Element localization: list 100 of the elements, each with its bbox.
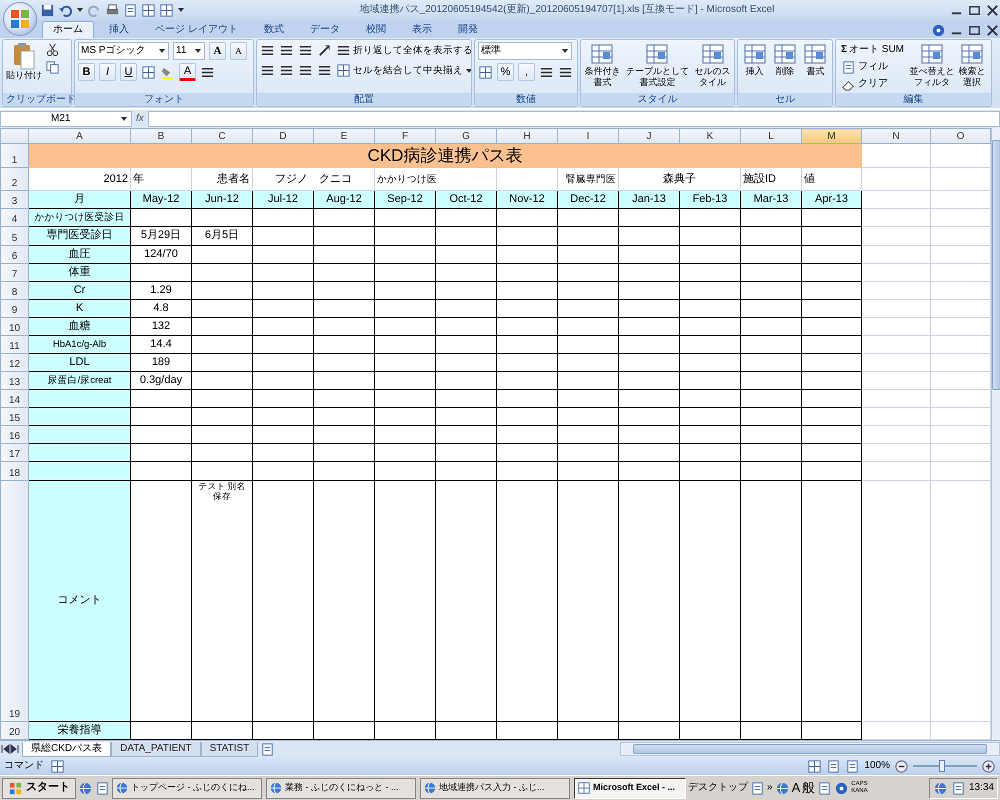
- column-header[interactable]: H: [496, 128, 558, 144]
- clipboard-icon[interactable]: [13, 42, 35, 70]
- sort-filter-button[interactable]: 並べ替えとフィルタ: [909, 42, 955, 88]
- caret-icon[interactable]: [561, 47, 569, 55]
- sheet-nav-icon[interactable]: [0, 741, 20, 757]
- caret-icon[interactable]: [465, 66, 471, 74]
- caret-icon[interactable]: [120, 115, 128, 123]
- table-icon[interactable]: [159, 2, 174, 18]
- close-icon[interactable]: [985, 23, 1000, 38]
- row-header[interactable]: 6: [0, 245, 28, 264]
- ime-kanji[interactable]: 般: [802, 780, 816, 796]
- zoom-in-icon[interactable]: [981, 758, 996, 774]
- undo-icon[interactable]: [58, 2, 73, 18]
- maximize-icon[interactable]: [967, 23, 982, 38]
- row-header[interactable]: 18: [0, 462, 28, 480]
- name-box[interactable]: M21: [0, 111, 132, 127]
- currency-icon[interactable]: [478, 64, 493, 80]
- column-header[interactable]: M: [802, 128, 862, 144]
- row-header[interactable]: 20: [0, 721, 28, 740]
- table-icon[interactable]: [645, 42, 670, 66]
- orientation-icon[interactable]: [317, 43, 332, 58]
- column-header[interactable]: I: [558, 128, 618, 144]
- ribbon-tab[interactable]: 挿入: [98, 21, 140, 38]
- row-header[interactable]: 16: [0, 426, 28, 444]
- merge-button[interactable]: セルを結合して中央揃え: [336, 62, 471, 79]
- insert-sheet-icon[interactable]: [260, 742, 276, 756]
- align-middle-icon[interactable]: [279, 43, 294, 58]
- printer-icon[interactable]: [105, 2, 120, 18]
- row-header[interactable]: 10: [0, 317, 28, 336]
- merge-icon[interactable]: [336, 63, 351, 78]
- ribbon-tab[interactable]: ページ レイアウト: [144, 21, 249, 38]
- grow-font-button[interactable]: A: [209, 42, 226, 60]
- app-icon[interactable]: [774, 780, 790, 796]
- number-format-field[interactable]: 標準: [478, 42, 572, 60]
- sheet-tab[interactable]: STATIST: [200, 742, 258, 756]
- column-header[interactable]: C: [192, 128, 252, 144]
- taskbar-button[interactable]: Microsoft Excel - ...: [574, 778, 686, 798]
- print-preview-icon[interactable]: [123, 2, 138, 18]
- row-header[interactable]: 9: [0, 299, 28, 318]
- row-header[interactable]: 7: [0, 263, 28, 282]
- caret-icon[interactable]: [158, 47, 166, 55]
- formula-field[interactable]: [148, 111, 1000, 127]
- row-header[interactable]: 17: [0, 444, 28, 462]
- ribbon-tab[interactable]: 表示: [400, 21, 443, 38]
- format-button[interactable]: 書式: [803, 42, 828, 77]
- bold-button[interactable]: B: [78, 63, 95, 81]
- shrink-font-button[interactable]: A: [230, 42, 247, 60]
- column-header[interactable]: D: [252, 128, 314, 144]
- paste-button[interactable]: 貼り付け: [6, 42, 42, 81]
- align-center-icon[interactable]: [279, 63, 294, 78]
- table-icon[interactable]: [700, 42, 725, 66]
- clear-button[interactable]: クリア: [839, 76, 906, 93]
- help-icon[interactable]: [931, 23, 946, 38]
- column-header[interactable]: K: [680, 128, 740, 144]
- normal-view-icon[interactable]: [807, 758, 822, 774]
- app-icon[interactable]: [95, 780, 110, 796]
- start-button[interactable]: スタート: [2, 778, 76, 798]
- row-header[interactable]: 19: [0, 480, 28, 722]
- page-break-icon[interactable]: [845, 758, 860, 774]
- browser-icon[interactable]: [78, 780, 93, 796]
- close-icon[interactable]: [985, 2, 1000, 18]
- column-header[interactable]: J: [618, 128, 680, 144]
- fill-button[interactable]: フィル: [839, 59, 906, 76]
- row-header[interactable]: 1: [0, 144, 28, 168]
- table-icon[interactable]: [742, 42, 767, 66]
- help-icon[interactable]: [834, 780, 850, 796]
- column-header[interactable]: L: [740, 128, 802, 144]
- underline-button[interactable]: U: [120, 63, 137, 81]
- column-header[interactable]: F: [374, 128, 436, 144]
- sheet-tab[interactable]: DATA_PATIENT: [111, 742, 201, 756]
- font-name-field[interactable]: MS Pゴシック: [78, 42, 169, 60]
- flag-icon[interactable]: [8, 780, 23, 796]
- table-icon[interactable]: [141, 2, 156, 18]
- ribbon-tab[interactable]: 数式: [252, 21, 295, 38]
- ribbon-tab[interactable]: データ: [298, 21, 351, 38]
- row-header[interactable]: 4: [0, 208, 28, 227]
- borders-icon[interactable]: [141, 64, 156, 80]
- table-icon[interactable]: [590, 42, 614, 66]
- desktop-label[interactable]: デスクトップ: [688, 782, 748, 794]
- table-icon[interactable]: [803, 42, 828, 66]
- align-bottom-icon[interactable]: [298, 43, 313, 58]
- copy-icon[interactable]: [45, 60, 60, 75]
- align-right-icon[interactable]: [298, 63, 313, 78]
- wrap-icon[interactable]: [336, 43, 351, 58]
- align-top-icon[interactable]: [260, 43, 275, 58]
- cut-icon[interactable]: [45, 42, 60, 57]
- conditional-format-button[interactable]: 条件付き書式: [584, 42, 621, 88]
- taskbar-button[interactable]: 地域連携パス入力 - ふじ...: [420, 778, 570, 798]
- horizontal-scrollbar[interactable]: [620, 742, 1000, 756]
- font-size-field[interactable]: 11: [173, 42, 205, 60]
- taskbar-button[interactable]: 業務 - ふじのくにねっと - ...: [266, 778, 416, 798]
- ribbon-tab[interactable]: 開発: [446, 21, 489, 38]
- autosum-button[interactable]: Σ オート SUM: [839, 42, 906, 59]
- function-button[interactable]: fx: [136, 112, 144, 126]
- align-left-icon[interactable]: [260, 63, 275, 78]
- save-icon[interactable]: [40, 2, 55, 18]
- macro-icon[interactable]: [50, 758, 65, 774]
- format-table-button[interactable]: テーブルとして書式設定: [626, 42, 690, 88]
- row-header[interactable]: 8: [0, 281, 28, 300]
- vertical-scrollbar[interactable]: [991, 128, 1000, 740]
